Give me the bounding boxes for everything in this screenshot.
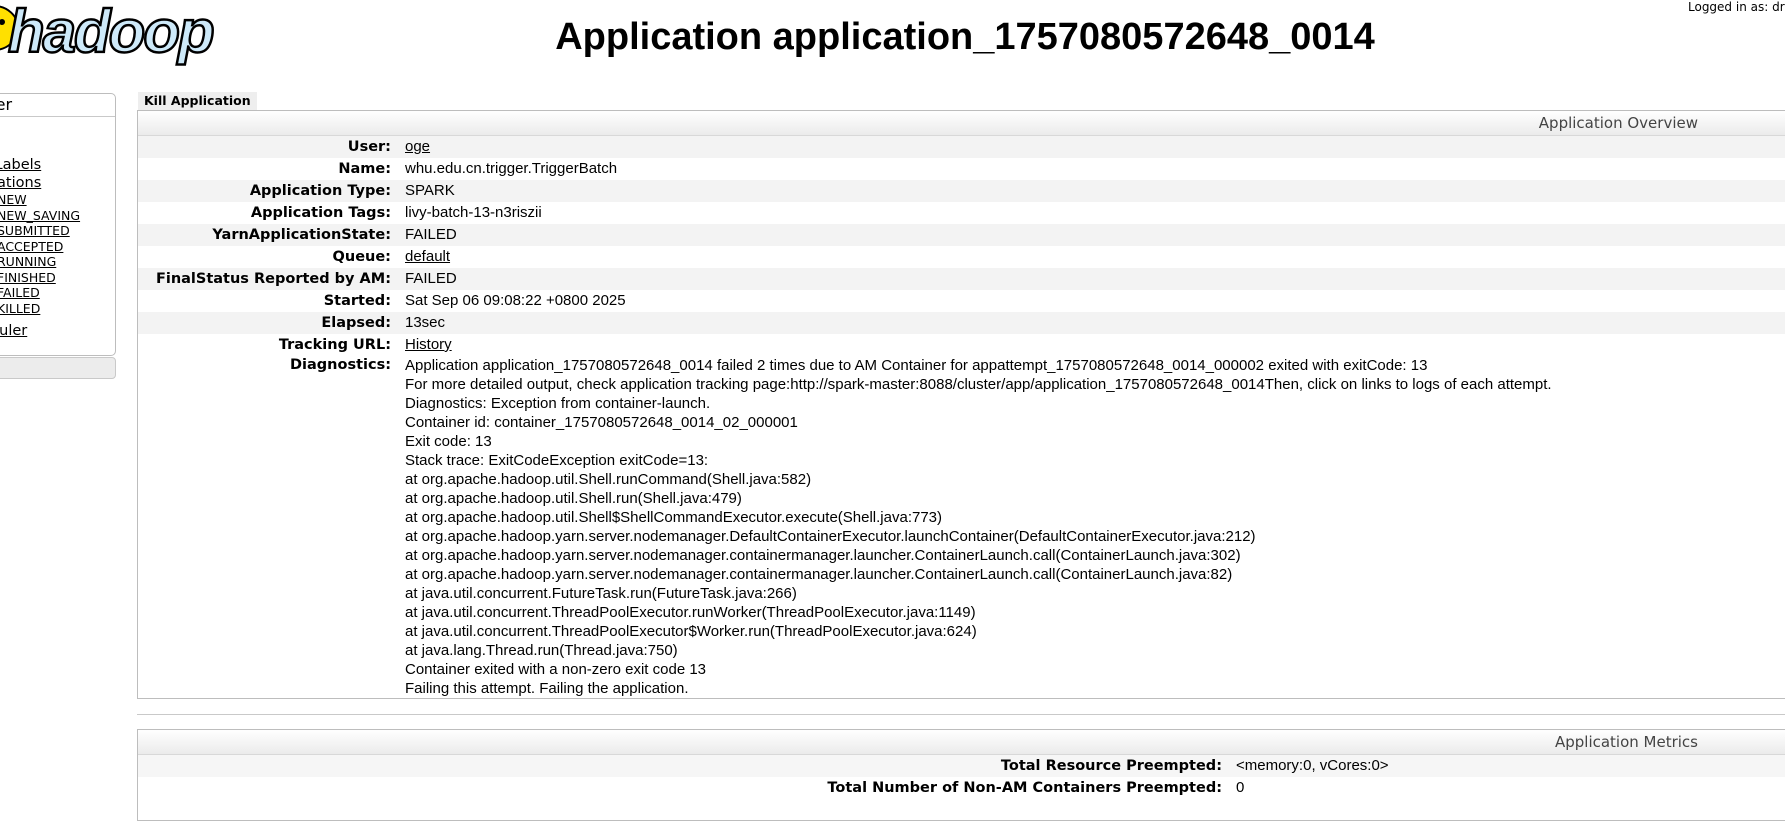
metrics-table: Total Resource Preempted: <memory:0, vCo… <box>138 755 1785 799</box>
nav-state-running[interactable]: RUNNING <box>0 254 115 270</box>
info-label: Tracking URL: <box>278 337 391 353</box>
nav-state-accepted[interactable]: ACCEPTED <box>0 239 115 255</box>
diagnostics-line: Container id: container_1757080572648_00… <box>405 414 798 431</box>
info-label: Diagnostics: <box>289 357 391 373</box>
nav-tools-header[interactable]: s <box>0 357 116 379</box>
info-value: Sat Sep 06 09:08:22 +0800 2025 <box>405 292 626 309</box>
nav-link-scheduler[interactable]: eduler <box>0 323 115 341</box>
info-row-name: Name: whu.edu.cn.trigger.TriggerBatch <box>138 158 1785 180</box>
info-row-user: User: oge <box>138 136 1785 158</box>
nav-state-new-saving[interactable]: NEW_SAVING <box>0 208 115 224</box>
metric-row-containers-preempted: Total Number of Non-AM Containers Preemp… <box>138 777 1785 799</box>
diagnostics-line: at java.util.concurrent.ThreadPoolExecut… <box>405 623 977 640</box>
diagnostics-line: Diagnostics: Exception from container-la… <box>405 395 711 412</box>
info-row-started: Started: Sat Sep 06 09:08:22 +0800 2025 <box>138 290 1785 312</box>
application-metrics-panel: Application Metrics Total Resource Preem… <box>137 729 1785 821</box>
info-value: SPARK <box>405 182 455 199</box>
diagnostics-line: at org.apache.hadoop.util.Shell.runComma… <box>405 471 812 488</box>
nav-link-nodes[interactable]: es <box>0 140 115 158</box>
nav-link-node-labels[interactable]: e Labels <box>0 157 115 175</box>
diagnostics-text: Application application_1757080572648_00… <box>391 356 1552 698</box>
info-label: Queue: <box>332 249 391 265</box>
nav-state-submitted[interactable]: SUBMITTED <box>0 223 115 239</box>
diagnostics-line: Failing this attempt. Failing the applic… <box>405 680 689 697</box>
info-row-application-type: Application Type: SPARK <box>138 180 1785 202</box>
cluster-nav-panel: ster ut es e Labels lications NEW NEW_SA… <box>0 93 116 356</box>
diagnostics-line: Container exited with a non-zero exit co… <box>405 661 707 678</box>
logged-in-user: Logged in as: dr <box>1688 0 1785 14</box>
info-label: FinalStatus Reported by AM: <box>155 271 391 287</box>
nav-state-new[interactable]: NEW <box>0 192 115 208</box>
metric-label: Total Number of Non-AM Containers Preemp… <box>827 780 1222 796</box>
info-row-queue: Queue: default <box>138 246 1785 268</box>
diagnostics-line: Stack trace: ExitCodeException exitCode=… <box>405 452 709 469</box>
tracking-history-link[interactable]: History <box>405 336 452 353</box>
section-divider <box>137 714 1785 715</box>
kill-application-button[interactable]: Kill Application <box>138 92 257 110</box>
info-label: Application Type: <box>249 183 391 199</box>
diagnostics-line: at org.apache.hadoop.yarn.server.nodeman… <box>405 528 1256 545</box>
metric-label: Total Resource Preempted: <box>1000 758 1222 774</box>
queue-link[interactable]: default <box>405 248 450 265</box>
nav-cluster-header[interactable]: ster <box>0 94 115 117</box>
metrics-heading: Application Metrics <box>138 730 1785 755</box>
info-label: Started: <box>323 293 391 309</box>
info-row-application-tags: Application Tags: livy-batch-13-n3riszii <box>138 202 1785 224</box>
diagnostics-line: For more detailed output, check applicat… <box>405 376 1552 393</box>
overview-table: User: oge Name: whu.edu.cn.trigger.Trigg… <box>138 136 1785 698</box>
info-label: Name: <box>338 161 391 177</box>
diagnostics-line: at org.apache.hadoop.yarn.server.nodeman… <box>405 547 1241 564</box>
diagnostics-line: at org.apache.hadoop.util.Shell.run(Shel… <box>405 490 742 507</box>
diagnostics-line: at org.apache.hadoop.util.Shell$ShellCom… <box>405 509 943 526</box>
diagnostics-line: at org.apache.hadoop.yarn.server.nodeman… <box>405 566 1233 583</box>
metric-row-resource-preempted: Total Resource Preempted: <memory:0, vCo… <box>138 755 1785 777</box>
diagnostics-line: Application application_1757080572648_00… <box>405 357 1428 374</box>
metric-value: 0 <box>1236 779 1245 796</box>
diagnostics-line: at java.lang.Thread.run(Thread.java:750) <box>405 642 678 659</box>
overview-heading: Application Overview <box>138 111 1785 136</box>
application-overview-panel: Application Overview User: oge Name: whu… <box>137 110 1785 699</box>
info-label: YarnApplicationState: <box>212 227 391 243</box>
info-value: whu.edu.cn.trigger.TriggerBatch <box>405 160 618 177</box>
info-row-tracking-url: Tracking URL: History <box>138 334 1785 356</box>
info-label: Elapsed: <box>321 315 391 331</box>
nav-link-applications[interactable]: lications <box>0 175 115 193</box>
info-row-elapsed: Elapsed: 13sec <box>138 312 1785 334</box>
info-row-diagnostics: Diagnostics: Application application_175… <box>138 356 1785 698</box>
info-value: livy-batch-13-n3riszii <box>405 204 542 221</box>
metric-value: <memory:0, vCores:0> <box>1236 757 1389 774</box>
nav-state-killed[interactable]: KILLED <box>0 301 115 317</box>
nav-state-failed[interactable]: FAILED <box>0 285 115 301</box>
nav-link-about[interactable]: ut <box>0 122 115 140</box>
info-value: FAILED <box>405 226 457 243</box>
nav-state-finished[interactable]: FINISHED <box>0 270 115 286</box>
diagnostics-line: at java.util.concurrent.ThreadPoolExecut… <box>405 604 976 621</box>
info-label: User: <box>347 139 391 155</box>
info-row-final-status: FinalStatus Reported by AM: FAILED <box>138 268 1785 290</box>
info-value: FAILED <box>405 270 457 287</box>
info-value: 13sec <box>405 314 446 331</box>
page-title: Application application_1757080572648_00… <box>555 16 1375 58</box>
info-row-yarn-state: YarnApplicationState: FAILED <box>138 224 1785 246</box>
info-label: Application Tags: <box>250 205 391 221</box>
diagnostics-line: at java.util.concurrent.FutureTask.run(F… <box>405 585 797 602</box>
diagnostics-line: Exit code: 13 <box>405 433 492 450</box>
user-link[interactable]: oge <box>405 138 430 155</box>
